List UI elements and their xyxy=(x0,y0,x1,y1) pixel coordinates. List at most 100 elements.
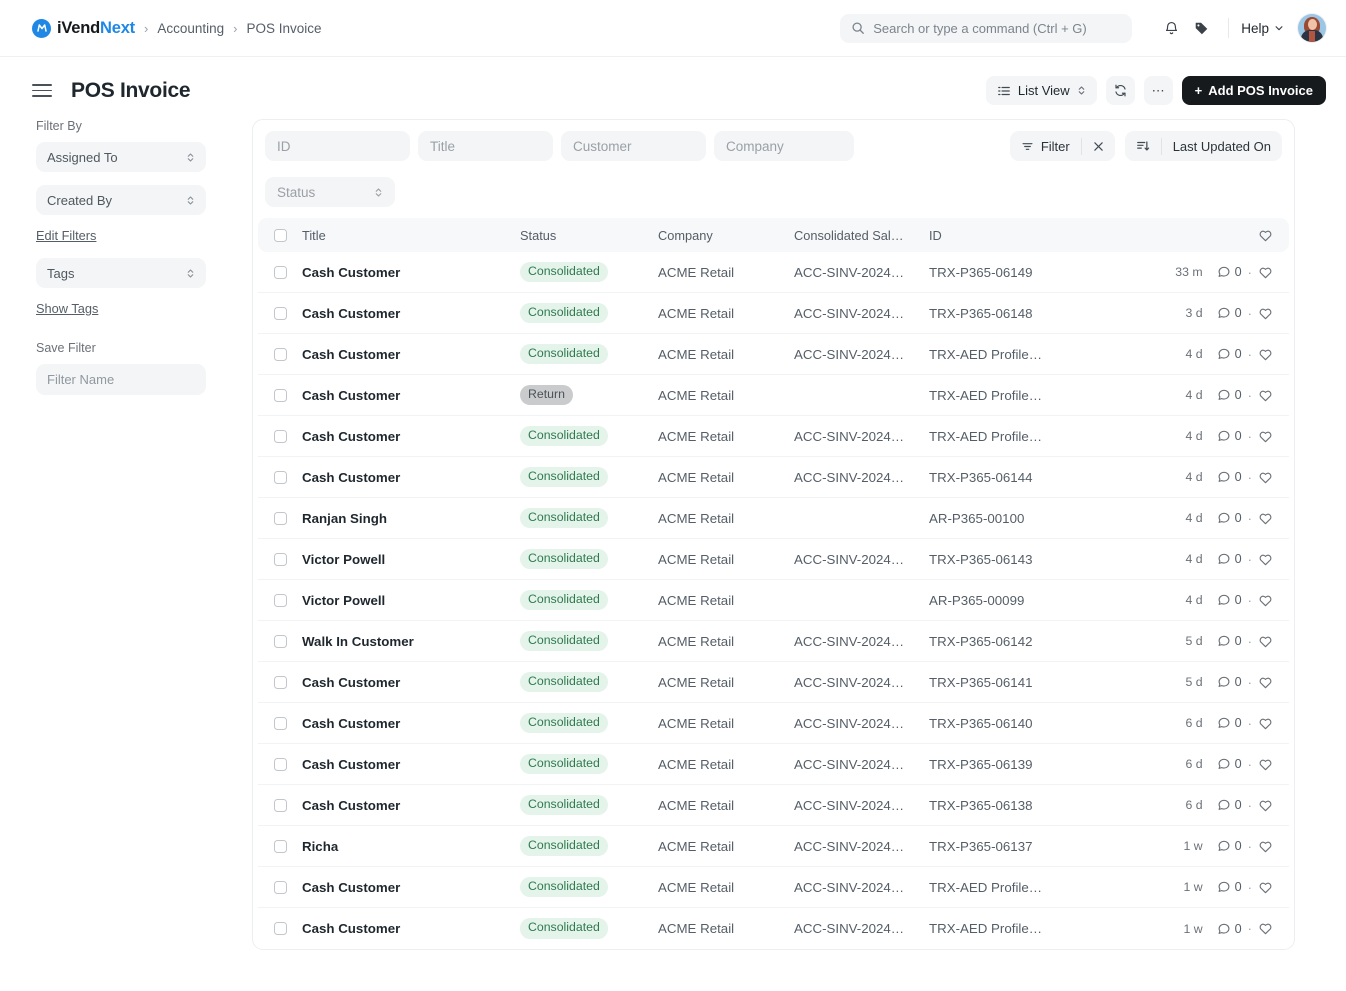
show-tags-link[interactable]: Show Tags xyxy=(36,301,252,316)
sort-field-button[interactable]: Last Updated On xyxy=(1162,131,1282,161)
like-icon[interactable] xyxy=(1258,880,1273,895)
row-checkbox[interactable] xyxy=(274,922,287,935)
row-checkbox[interactable] xyxy=(274,347,287,361)
global-search-input[interactable]: Search or type a command (Ctrl + G) xyxy=(840,13,1133,43)
comment-count[interactable]: 0 xyxy=(1217,593,1242,607)
comment-count[interactable]: 0 xyxy=(1217,306,1242,320)
filter-id-input[interactable] xyxy=(265,131,410,161)
comment-count[interactable]: 0 xyxy=(1217,347,1242,361)
table-row[interactable]: Cash Customer Return ACME Retail TRX-AED Pr… xyxy=(258,375,1289,416)
table-row[interactable]: Cash Customer Consolidated ACME Retail ACC-… xyxy=(258,416,1289,457)
cell-title[interactable]: Cash Customer xyxy=(302,306,520,321)
comment-count[interactable]: 0 xyxy=(1217,675,1242,689)
cell-title[interactable]: Walk In Customer xyxy=(302,634,520,649)
comment-count[interactable]: 0 xyxy=(1217,880,1242,894)
brand-logo-link[interactable]: iVendNext xyxy=(32,18,135,38)
row-checkbox[interactable] xyxy=(274,470,287,484)
comment-count[interactable]: 0 xyxy=(1217,265,1242,279)
cell-title[interactable]: Cash Customer xyxy=(302,757,520,772)
column-header-title[interactable]: Title xyxy=(302,228,520,243)
comment-count[interactable]: 0 xyxy=(1217,552,1242,566)
table-row[interactable]: Cash Customer Consolidated ACME Retail ACC-… xyxy=(258,908,1289,949)
table-row[interactable]: Cash Customer Consolidated ACME Retail ACC-… xyxy=(258,334,1289,375)
tags-select[interactable]: Tags xyxy=(36,258,206,288)
like-icon[interactable] xyxy=(1258,265,1273,280)
row-checkbox[interactable] xyxy=(274,880,287,894)
cell-title[interactable]: Cash Customer xyxy=(302,880,520,895)
more-options-button[interactable]: ⋯ xyxy=(1143,76,1173,105)
table-row[interactable]: Cash Customer Consolidated ACME Retail ACC-… xyxy=(258,662,1289,703)
like-icon[interactable] xyxy=(1258,470,1273,485)
row-checkbox[interactable] xyxy=(274,716,287,730)
tag-icon[interactable] xyxy=(1186,13,1216,43)
cell-title[interactable]: Cash Customer xyxy=(302,429,520,444)
row-checkbox[interactable] xyxy=(274,593,287,607)
breadcrumb-accounting[interactable]: Accounting xyxy=(157,21,224,36)
list-view-switcher[interactable]: List View xyxy=(985,76,1097,105)
table-row[interactable]: Ranjan Singh Consolidated ACME Retail AR-P3… xyxy=(258,498,1289,539)
like-icon[interactable] xyxy=(1258,511,1273,526)
filter-button[interactable]: Filter xyxy=(1010,131,1081,161)
row-checkbox[interactable] xyxy=(274,388,287,402)
like-icon[interactable] xyxy=(1258,306,1273,321)
breadcrumb-pos-invoice[interactable]: POS Invoice xyxy=(246,21,321,36)
row-checkbox[interactable] xyxy=(274,429,287,443)
cell-title[interactable]: Victor Powell xyxy=(302,593,520,608)
like-icon[interactable] xyxy=(1258,388,1273,403)
avatar[interactable] xyxy=(1298,14,1326,42)
like-icon[interactable] xyxy=(1258,716,1273,731)
column-header-company[interactable]: Company xyxy=(658,228,794,243)
row-checkbox[interactable] xyxy=(274,675,287,689)
like-icon[interactable] xyxy=(1258,634,1273,649)
like-icon[interactable] xyxy=(1258,757,1273,772)
table-row[interactable]: Cash Customer Consolidated ACME Retail ACC-… xyxy=(258,744,1289,785)
column-header-status[interactable]: Status xyxy=(520,228,658,243)
cell-title[interactable]: Cash Customer xyxy=(302,388,520,403)
cell-title[interactable]: Ranjan Singh xyxy=(302,511,520,526)
table-row[interactable]: Cash Customer Consolidated ACME Retail ACC-… xyxy=(258,785,1289,826)
like-icon[interactable] xyxy=(1258,675,1273,690)
column-header-consolidated-sales-invoice[interactable]: Consolidated Sal… xyxy=(794,228,929,243)
clear-filter-button[interactable] xyxy=(1082,131,1115,161)
row-checkbox[interactable] xyxy=(274,839,287,853)
select-all-checkbox[interactable] xyxy=(274,228,287,242)
cell-title[interactable]: Richa xyxy=(302,839,520,854)
comment-count[interactable]: 0 xyxy=(1217,757,1242,771)
edit-filters-link[interactable]: Edit Filters xyxy=(36,228,252,243)
comment-count[interactable]: 0 xyxy=(1217,839,1242,853)
row-checkbox[interactable] xyxy=(274,265,287,279)
created-by-select[interactable]: Created By xyxy=(36,185,206,215)
column-header-id[interactable]: ID xyxy=(929,228,1258,243)
notifications-bell-icon[interactable] xyxy=(1156,13,1186,43)
like-icon[interactable] xyxy=(1258,839,1273,854)
cell-title[interactable]: Cash Customer xyxy=(302,347,520,362)
sort-direction-button[interactable] xyxy=(1125,131,1161,161)
cell-title[interactable]: Cash Customer xyxy=(302,470,520,485)
table-row[interactable]: Walk In Customer Consolidated ACME Retail A… xyxy=(258,621,1289,662)
like-icon[interactable] xyxy=(1258,552,1273,567)
comment-count[interactable]: 0 xyxy=(1217,470,1242,484)
row-checkbox[interactable] xyxy=(274,552,287,566)
comment-count[interactable]: 0 xyxy=(1217,922,1242,936)
comment-count[interactable]: 0 xyxy=(1217,429,1242,443)
comment-count[interactable]: 0 xyxy=(1217,388,1242,402)
table-row[interactable]: Victor Powell Consolidated ACME Retail ACC-… xyxy=(258,539,1289,580)
row-checkbox[interactable] xyxy=(274,306,287,320)
cell-title[interactable]: Cash Customer xyxy=(302,265,520,280)
cell-title[interactable]: Cash Customer xyxy=(302,921,520,936)
like-icon[interactable] xyxy=(1258,921,1273,936)
like-icon[interactable] xyxy=(1258,429,1273,444)
filter-title-input[interactable] xyxy=(418,131,553,161)
filter-company-input[interactable] xyxy=(714,131,854,161)
comment-count[interactable]: 0 xyxy=(1217,634,1242,648)
table-row[interactable]: Cash Customer Consolidated ACME Retail ACC-… xyxy=(258,703,1289,744)
filter-status-select[interactable]: Status xyxy=(265,177,395,207)
sidebar-toggle-icon[interactable] xyxy=(32,84,52,97)
row-checkbox[interactable] xyxy=(274,634,287,648)
like-icon[interactable] xyxy=(1258,798,1273,813)
table-row[interactable]: Cash Customer Consolidated ACME Retail ACC-… xyxy=(258,867,1289,908)
refresh-button[interactable] xyxy=(1105,76,1135,105)
assigned-to-select[interactable]: Assigned To xyxy=(36,142,206,172)
like-icon[interactable] xyxy=(1258,593,1273,608)
table-row[interactable]: Cash Customer Consolidated ACME Retail ACC-… xyxy=(258,293,1289,334)
